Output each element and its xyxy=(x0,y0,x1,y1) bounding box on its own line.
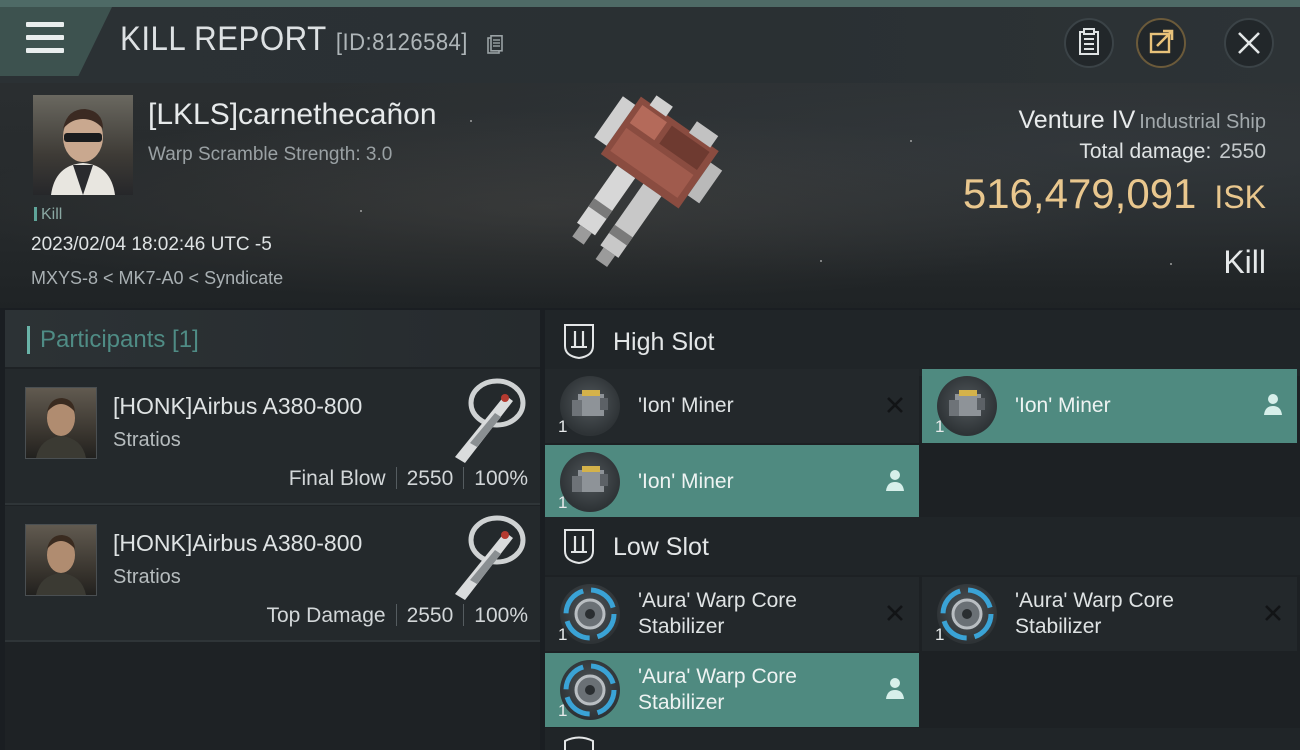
module-qty: 1 xyxy=(935,625,945,644)
divider xyxy=(463,604,465,626)
kill-datetime: 2023/02/04 18:02:46 UTC -5 xyxy=(31,234,272,255)
star xyxy=(360,210,362,212)
ship-class: Industrial Ship xyxy=(1139,111,1266,133)
slot-icon xyxy=(564,736,594,750)
star xyxy=(470,120,472,122)
isk-amount: 516,479,091 xyxy=(962,170,1197,217)
participant-role: Final Blow xyxy=(288,467,386,490)
share-icon xyxy=(1149,29,1174,54)
kill-result: Kill xyxy=(1223,244,1266,280)
warp-core-stabilizer-icon xyxy=(560,584,620,644)
participant-name: [HONK]Airbus A380-800 xyxy=(113,393,363,419)
low-slot-icon xyxy=(564,529,594,565)
star xyxy=(910,140,912,142)
module-warp-core-stabilizer[interactable]: 1 'Aura' Warp Core Stabilizer xyxy=(545,577,919,651)
victim-ship[interactable]: Venture IV Industrial Ship xyxy=(1019,106,1267,135)
star xyxy=(820,260,822,262)
high-slot-title: High Slot xyxy=(613,328,715,356)
participant-ship: Stratios xyxy=(113,429,181,451)
participant-ship-image xyxy=(455,515,526,600)
top-accent-line xyxy=(0,0,1300,7)
divider xyxy=(395,604,397,626)
ship-name: Venture IV xyxy=(1018,106,1136,134)
hamburger-menu-icon[interactable] xyxy=(26,22,64,56)
warp-core-stabilizer-icon xyxy=(560,660,620,720)
person-icon xyxy=(886,678,904,699)
participant-name: [HONK]Airbus A380-800 xyxy=(113,530,363,556)
participant-stats: Top Damage 2550 100% xyxy=(266,604,528,628)
warp-core-stabilizer-icon xyxy=(937,584,997,644)
report-button[interactable] xyxy=(1064,18,1114,68)
module-ion-miner[interactable]: 1 'Ion' Miner xyxy=(545,369,919,443)
next-slot-header-partial xyxy=(545,728,1300,750)
warp-scramble-strength: Warp Scramble Strength: 3.0 xyxy=(148,144,393,165)
x-icon xyxy=(887,397,903,413)
person-icon xyxy=(1264,394,1282,415)
close-icon xyxy=(1238,32,1260,54)
participant-damage: 2550 xyxy=(406,604,454,627)
isk-unit: ISK xyxy=(1214,179,1266,215)
participant-row[interactable]: [HONK]Airbus A380-800 Stratios Final Blo… xyxy=(5,369,540,505)
module-qty: 1 xyxy=(558,701,568,720)
victim-avatar xyxy=(51,109,115,195)
module-name: 'Ion' Miner xyxy=(638,470,734,493)
kill-tag: Kill xyxy=(34,206,62,224)
share-button[interactable] xyxy=(1136,18,1186,68)
total-damage: Total damage: 2550 xyxy=(1079,140,1266,164)
isk-value: 516,479,091 ISK xyxy=(963,170,1266,218)
x-icon xyxy=(1265,605,1281,621)
module-qty: 1 xyxy=(558,493,568,512)
module-name: 'Ion' Miner xyxy=(638,394,734,417)
miner-icon xyxy=(560,376,620,436)
participant-damage: 2550 xyxy=(406,467,454,490)
participant-ship-image xyxy=(455,378,526,463)
miner-icon xyxy=(937,376,997,436)
module-warp-core-stabilizer[interactable]: 1 'Aura' Warp Core Stabilizer xyxy=(922,577,1297,651)
divider xyxy=(395,467,397,489)
star xyxy=(1170,263,1172,265)
participant-percent: 100% xyxy=(474,467,528,490)
module-qty: 1 xyxy=(935,417,945,436)
victim-name[interactable]: [LKLS]carnethecañon xyxy=(148,98,437,132)
participants-title: Participants [1] xyxy=(27,326,199,354)
module-warp-core-stabilizer[interactable]: 1 'Aura' Warp Core Stabilizer xyxy=(545,653,919,727)
victim-ship-image[interactable] xyxy=(525,90,775,305)
module-ion-miner[interactable]: 1 'Ion' Miner xyxy=(922,369,1297,443)
copy-icon[interactable] xyxy=(487,35,503,55)
participant-role: Top Damage xyxy=(266,604,386,627)
module-qty: 1 xyxy=(558,417,568,436)
module-ion-miner[interactable]: 1 'Ion' Miner xyxy=(545,445,919,519)
participant-ship: Stratios xyxy=(113,566,181,588)
low-slot-title: Low Slot xyxy=(613,533,709,561)
module-name: 'Aura' Warp Core Stabilizer xyxy=(638,665,797,714)
page-title: KILL REPORT [ID:8126584] xyxy=(120,20,468,59)
participant-avatar xyxy=(25,524,97,596)
close-button[interactable] xyxy=(1224,18,1274,68)
participant-avatar xyxy=(25,387,97,459)
x-icon xyxy=(887,605,903,621)
module-name: 'Aura' Warp Core Stabilizer xyxy=(638,589,797,638)
module-name: 'Ion' Miner xyxy=(1015,394,1111,417)
participant-row[interactable]: [HONK]Airbus A380-800 Stratios Top Damag… xyxy=(5,506,540,642)
page-title-text: KILL REPORT xyxy=(120,20,327,58)
kill-location[interactable]: MXYS-8 < MK7-A0 < Syndicate xyxy=(31,268,283,289)
module-name: 'Aura' Warp Core Stabilizer xyxy=(1015,589,1174,638)
total-damage-label: Total damage: xyxy=(1079,140,1212,163)
miner-icon xyxy=(560,452,620,512)
report-id: [ID:8126584] xyxy=(335,29,468,56)
total-damage-value: 2550 xyxy=(1219,140,1266,163)
victim-portrait[interactable] xyxy=(33,95,133,195)
participant-percent: 100% xyxy=(474,604,528,627)
clipboard-icon xyxy=(1079,28,1099,55)
participant-stats: Final Blow 2550 100% xyxy=(289,467,528,491)
person-icon xyxy=(886,470,904,491)
high-slot-header: High Slot xyxy=(545,310,1300,376)
low-slot-header: Low Slot xyxy=(545,517,1300,575)
divider xyxy=(463,467,465,489)
module-qty: 1 xyxy=(558,625,568,644)
high-slot-icon xyxy=(564,324,594,360)
